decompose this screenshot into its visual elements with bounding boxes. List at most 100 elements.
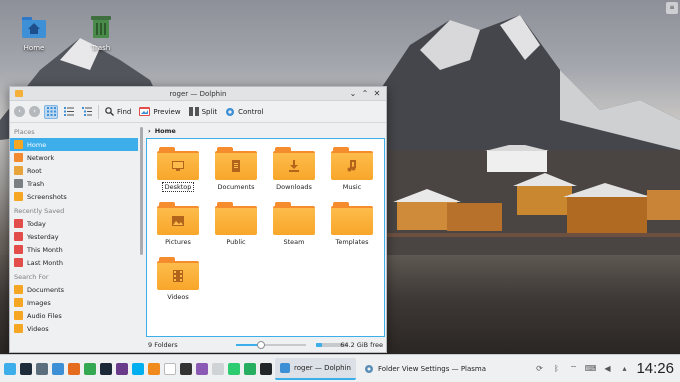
back-button[interactable]: ‹ (14, 106, 25, 117)
places-panel: Places Home Network Root Trash Screenshots Rec… (10, 124, 138, 337)
desktop-icon-label: Trash (91, 44, 111, 52)
skype-icon[interactable] (132, 362, 144, 375)
preview-button[interactable]: Preview (137, 107, 182, 116)
free-space-label: 64.2 GiB free (340, 341, 383, 349)
clock[interactable]: 14:26 (636, 360, 674, 377)
zoom-slider-handle[interactable] (256, 341, 265, 349)
desktop-icon-trash[interactable]: Trash (81, 14, 121, 52)
network-icon[interactable]: ⌔ (568, 364, 578, 374)
folder-steam[interactable]: Steam (267, 202, 321, 246)
search-icon (105, 107, 114, 116)
folder-public[interactable]: Public (209, 202, 263, 246)
media-player-icon[interactable] (164, 362, 176, 375)
task-dolphin[interactable]: roger — Dolphin (275, 357, 356, 380)
sidebar-item-label: Today (27, 219, 46, 228)
text-editor-icon[interactable] (212, 362, 224, 375)
sidebar-item-label: Last Month (27, 258, 63, 267)
task-plasma-settings[interactable]: Folder View Settings — Plasma (359, 358, 491, 380)
file-manager-icon (280, 362, 290, 373)
ksysguard-icon[interactable] (116, 362, 128, 375)
firefox-icon[interactable] (68, 362, 80, 375)
split-button[interactable]: Split (187, 107, 220, 116)
documents-icon (14, 285, 23, 294)
details-view-button[interactable] (80, 105, 94, 119)
folder-label: Documents (217, 183, 255, 191)
find-label: Find (117, 107, 132, 116)
folder-desktop[interactable]: Desktop (151, 147, 205, 192)
sidebar-item-videos[interactable]: Videos (10, 322, 138, 335)
folder-videos[interactable]: Videos (151, 257, 205, 301)
file-manager-icon[interactable] (52, 362, 64, 375)
this-month-icon (14, 245, 23, 254)
sidebar-item-label: Documents (27, 285, 65, 294)
minimize-button[interactable]: ⌄ (348, 89, 358, 99)
zoom-slider[interactable] (236, 341, 306, 349)
forward-button[interactable]: › (29, 106, 40, 117)
find-button[interactable]: Find (103, 107, 133, 116)
document-viewer-icon[interactable] (196, 362, 208, 375)
sidebar-heading-search: Search For (14, 273, 49, 281)
system-monitor-icon[interactable] (228, 362, 240, 375)
sidebar-item-last-month[interactable]: Last Month (10, 256, 138, 269)
folder-templates[interactable]: Templates (325, 202, 379, 246)
inkscape-icon[interactable] (180, 362, 192, 375)
title-bar[interactable]: roger — Dolphin ⌄ ⌃ ✕ (10, 87, 386, 101)
sidebar-item-label: This Month (27, 245, 63, 254)
sidebar-scrollbar[interactable] (140, 127, 143, 255)
sidebar-item-documents[interactable]: Documents (10, 283, 138, 296)
sidebar-item-label: Root (27, 166, 42, 175)
tray-expand-icon[interactable]: ▴ (619, 364, 629, 374)
keyboard-icon[interactable]: ⌨ (585, 364, 597, 374)
chrome-icon[interactable] (84, 362, 96, 375)
sidebar-item-this-month[interactable]: This Month (10, 243, 138, 256)
breadcrumb[interactable]: › Home (146, 124, 385, 137)
volume-icon[interactable]: ◀ (602, 364, 612, 374)
sidebar-item-today[interactable]: Today (10, 217, 138, 230)
control-button[interactable]: Control (223, 107, 265, 117)
sidebar-item-audio-files[interactable]: Audio Files (10, 309, 138, 322)
breadcrumb-current[interactable]: Home (155, 127, 176, 135)
file-grid[interactable]: Desktop Documents Downloads Music Pictures Pu… (146, 138, 385, 337)
system-settings-icon[interactable] (36, 362, 48, 375)
sidebar-item-screenshots[interactable]: Screenshots (10, 190, 138, 203)
sidebar-item-home[interactable]: Home (10, 138, 138, 151)
tree-view-icon (82, 107, 92, 116)
desktop-icon-home[interactable]: Home (14, 14, 54, 52)
sidebar-item-network[interactable]: Network (10, 151, 138, 164)
sidebar-heading-places: Places (14, 128, 35, 136)
folder-label: Templates (335, 238, 369, 246)
desktop-icon-label: Home (23, 44, 45, 52)
kleopatra-icon[interactable] (244, 362, 256, 375)
icons-view-button[interactable] (44, 104, 58, 119)
terminal-app-icon[interactable] (20, 362, 32, 375)
system-tray: ⟳ ᛒ ⌔ ⌨ ◀ ▴ 14:26 (534, 355, 680, 382)
close-button[interactable]: ✕ (372, 89, 382, 99)
folder-documents[interactable]: Documents (209, 147, 263, 191)
sidebar-item-root[interactable]: Root (10, 164, 138, 177)
images-icon (14, 298, 23, 307)
split-view-icon (188, 107, 199, 116)
desktop-icon (172, 161, 184, 171)
desktop-toolbox-button[interactable]: ≡ (666, 2, 678, 14)
sidebar-item-yesterday[interactable]: Yesterday (10, 230, 138, 243)
sidebar-item-images[interactable]: Images (10, 296, 138, 309)
vlc-icon[interactable] (148, 362, 160, 375)
last-month-icon (14, 258, 23, 267)
folder-music[interactable]: Music (325, 147, 379, 191)
konsole-icon[interactable] (260, 362, 272, 375)
compact-view-button[interactable] (62, 105, 76, 119)
maximize-button[interactable]: ⌃ (360, 89, 370, 99)
sidebar-item-label: Yesterday (27, 232, 59, 241)
folder-icon (215, 202, 257, 235)
download-icon (289, 160, 299, 172)
steam-icon[interactable] (100, 362, 112, 375)
bluetooth-icon[interactable]: ᛒ (551, 364, 561, 374)
gear-icon (226, 107, 235, 116)
sidebar-item-trash[interactable]: Trash (10, 177, 138, 190)
view-area: › Home Desktop Documents Downloads Music Pic… (146, 124, 385, 337)
folder-downloads[interactable]: Downloads (267, 147, 321, 191)
app-launcher-icon[interactable] (4, 362, 16, 375)
folder-pictures[interactable]: Pictures (151, 202, 205, 246)
picture-icon (172, 216, 184, 226)
sync-icon[interactable]: ⟳ (534, 364, 544, 374)
